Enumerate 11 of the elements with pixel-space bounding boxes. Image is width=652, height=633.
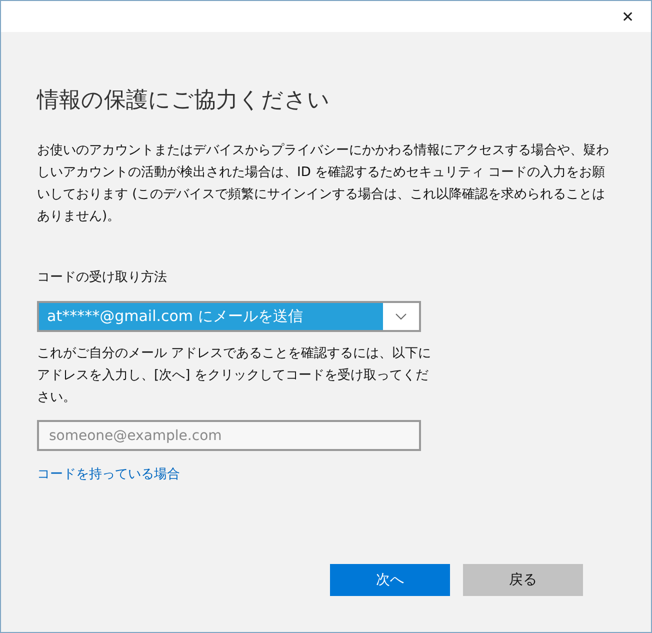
chevron-down-icon — [395, 312, 407, 320]
close-button[interactable]: ✕ — [605, 1, 651, 32]
description-text: お使いのアカウントまたはデバイスからプライバシーにかかわる情報にアクセスする場合や、疑わしいアカウントの活動が検出された場合は、ID を確認するためセキュリティ コードの入力をお願いしております (このデバイスで頻繁にサインインする場合は、これ以降確認を求められることはありません)。 — [37, 142, 609, 226]
have-code-link[interactable]: コードを持っている場合 — [37, 465, 180, 483]
next-button[interactable]: 次へ — [330, 564, 450, 596]
method-dropdown[interactable]: at*****@gmail.com にメールを送信 — [37, 301, 421, 332]
back-button[interactable]: 戻る — [463, 564, 583, 596]
instruction-text: これがご自分のメール アドレスであることを確認するには、以下にアドレスを入力し、[次へ] をクリックしてコードを受け取ってください。 — [37, 345, 432, 407]
email-field[interactable]: someone@example.com — [37, 420, 421, 451]
method-label: コードの受け取り方法 — [37, 269, 168, 287]
dialog-heading: 情報の保護にご協力ください — [37, 87, 331, 115]
